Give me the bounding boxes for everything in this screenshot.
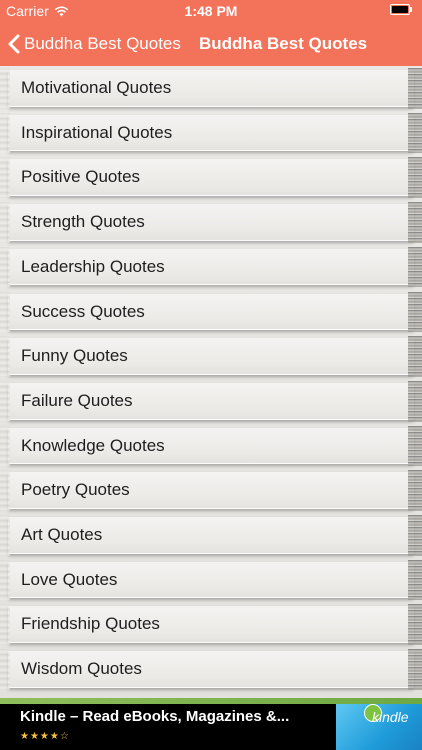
- list-item-label: Wisdom Quotes: [21, 659, 142, 679]
- kindle-logo-text: kindle: [372, 709, 409, 725]
- ad-title: Kindle – Read eBooks, Magazines &...: [20, 708, 290, 725]
- list-item-label: Knowledge Quotes: [21, 435, 165, 455]
- category-list: Motivational Quotes Inspirational Quotes…: [0, 66, 422, 698]
- list-item-label: Failure Quotes: [21, 390, 133, 410]
- list-item-strength[interactable]: Strength Quotes: [0, 200, 422, 245]
- chevron-left-icon: [8, 34, 20, 54]
- nav-bar: Buddha Best Quotes Buddha Best Quotes: [0, 22, 422, 66]
- list-item-label: Inspirational Quotes: [21, 122, 173, 142]
- list-item-inspirational[interactable]: Inspirational Quotes: [0, 111, 422, 156]
- list-item-failure[interactable]: Failure Quotes: [0, 379, 422, 424]
- list-item-label: Funny Quotes: [21, 346, 128, 366]
- list-item-label: Poetry Quotes: [21, 480, 130, 500]
- list-item-positive[interactable]: Positive Quotes: [0, 155, 422, 200]
- list-item-love[interactable]: Love Quotes: [0, 558, 422, 603]
- list-item-label: Motivational Quotes: [21, 78, 172, 97]
- list-item-label: Art Quotes: [21, 525, 103, 544]
- ad-banner[interactable]: Kindle – Read eBooks, Magazines &... ★★★…: [0, 698, 422, 750]
- list-item-art[interactable]: Art Quotes: [0, 513, 422, 558]
- list-item-wisdom[interactable]: Wisdom Quotes: [0, 647, 422, 692]
- list-item-funny[interactable]: Funny Quotes: [0, 334, 422, 379]
- page-title: Buddha Best Quotes: [199, 34, 368, 53]
- status-bar: Carrier 1:48 PM: [0, 0, 422, 22]
- list-item-knowledge[interactable]: Knowledge Quotes: [0, 424, 422, 469]
- list-item-label: Love Quotes: [21, 569, 118, 589]
- list-item-label: Friendship Quotes: [21, 614, 160, 634]
- rating-stars: ★★★★☆: [20, 731, 70, 742]
- list-item-friendship[interactable]: Friendship Quotes: [0, 602, 422, 647]
- list-item-label: Leadership Quotes: [21, 256, 165, 276]
- list-item-label: Strength Quotes: [21, 212, 145, 232]
- list-item-label: Positive Quotes: [21, 167, 141, 187]
- list-item-success[interactable]: Success Quotes: [0, 290, 422, 335]
- battery-icon: [390, 4, 414, 16]
- list-item-motivational[interactable]: Motivational Quotes: [0, 66, 422, 111]
- list-item-label: Success Quotes: [21, 301, 145, 321]
- list-item-leadership[interactable]: Leadership Quotes: [0, 245, 422, 290]
- list-item-poetry[interactable]: Poetry Quotes: [0, 468, 422, 513]
- back-button[interactable]: Buddha Best Quotes: [8, 32, 181, 56]
- back-label: Buddha Best Quotes: [24, 34, 181, 53]
- status-time: 1:48 PM: [184, 3, 238, 19]
